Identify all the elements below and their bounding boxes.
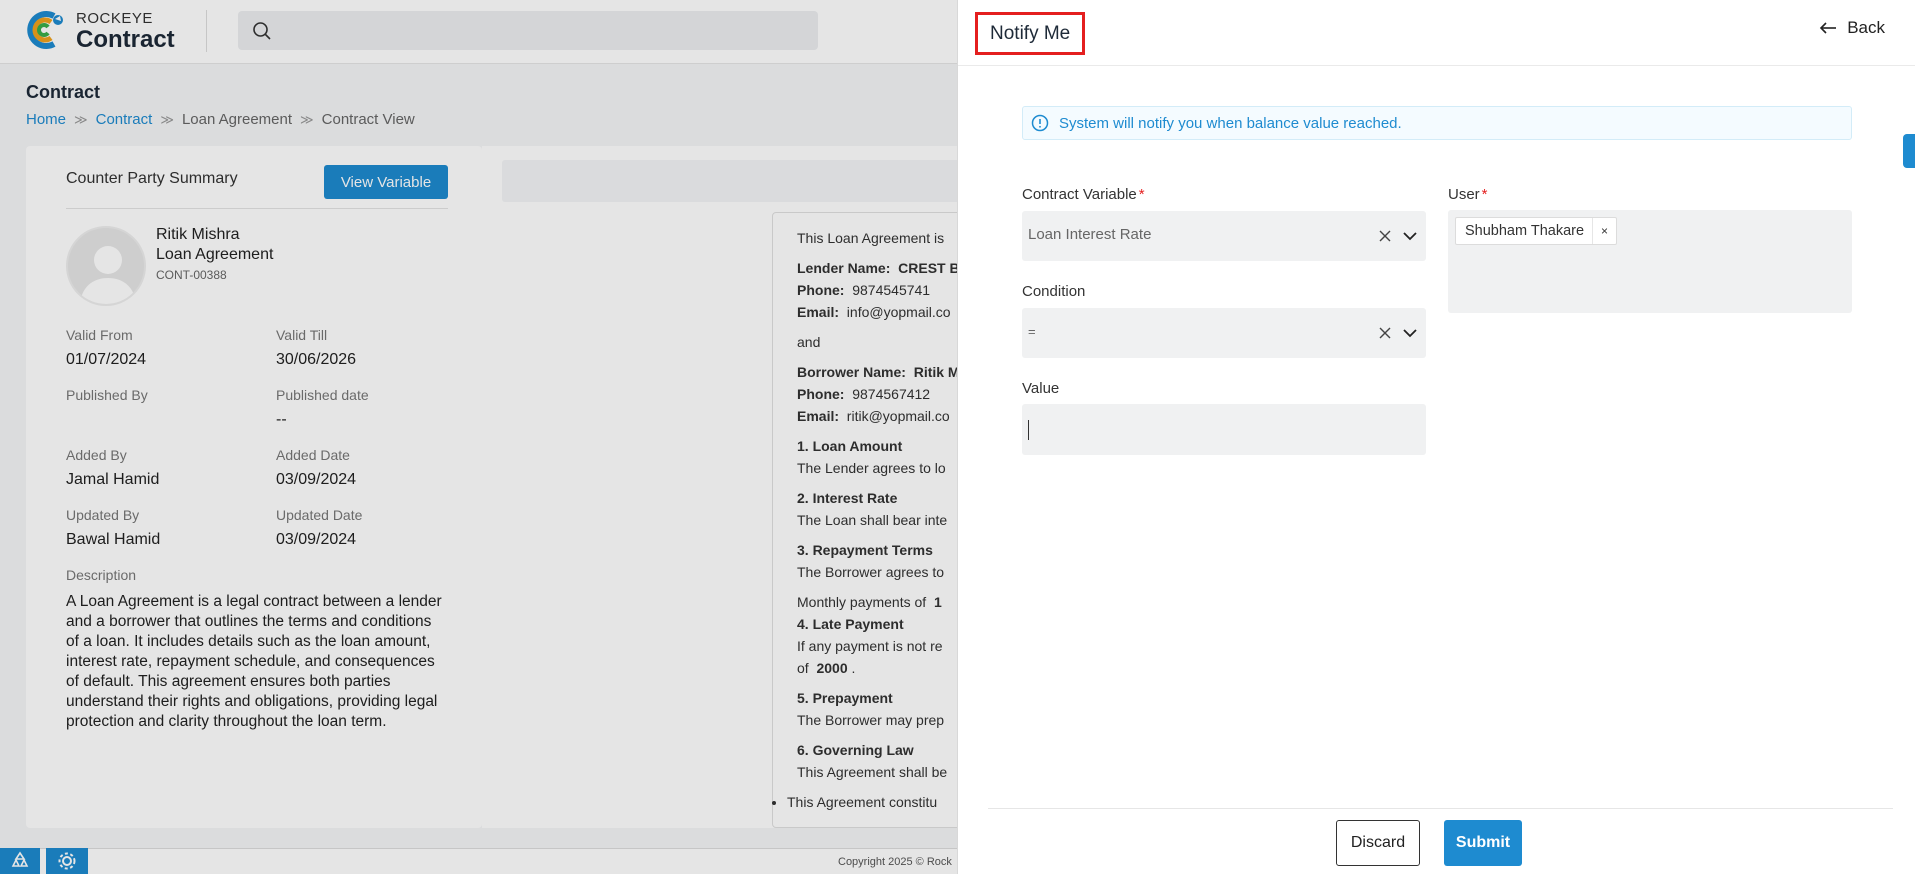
user-label: User *: [1448, 186, 1488, 203]
condition-label: Condition: [1022, 283, 1086, 300]
arrow-left-icon: [1820, 22, 1837, 34]
info-text: System will notify you when balance valu…: [1059, 114, 1402, 132]
clear-icon[interactable]: [1378, 229, 1392, 243]
modal-backdrop[interactable]: [0, 0, 957, 874]
drawer-header: Notify Me Back: [958, 0, 1915, 66]
clear-icon[interactable]: [1378, 326, 1392, 340]
value-input[interactable]: [1022, 404, 1426, 455]
condition-value: =: [1028, 324, 1036, 339]
remove-user-icon[interactable]: ×: [1592, 218, 1616, 244]
contract-variable-value: Loan Interest Rate: [1028, 226, 1152, 243]
info-icon: [1031, 114, 1049, 132]
discard-button[interactable]: Discard: [1336, 820, 1420, 866]
text-caret: [1028, 420, 1029, 440]
submit-button[interactable]: Submit: [1444, 820, 1522, 866]
required-marker: *: [1481, 186, 1488, 203]
user-chip-label: Shubham Thakare: [1465, 223, 1585, 239]
chevron-down-icon[interactable]: [1402, 326, 1418, 340]
side-feedback-tab[interactable]: [1903, 134, 1915, 168]
value-label: Value: [1022, 380, 1060, 397]
drawer-title: Notify Me: [975, 12, 1086, 55]
back-button[interactable]: Back: [1819, 18, 1885, 38]
info-banner: System will notify you when balance valu…: [1022, 106, 1852, 140]
contract-variable-select[interactable]: Loan Interest Rate: [1022, 211, 1426, 261]
drawer-footer-divider: [988, 808, 1893, 809]
required-marker: *: [1138, 186, 1145, 203]
back-label: Back: [1847, 18, 1885, 37]
contract-variable-label-text: Contract Variable: [1022, 186, 1137, 203]
user-chip: Shubham Thakare ×: [1455, 217, 1618, 245]
notify-me-drawer: Notify Me Back System will notify you wh…: [957, 0, 1915, 874]
contract-variable-label: Contract Variable *: [1022, 186, 1145, 203]
chevron-down-icon[interactable]: [1402, 229, 1418, 243]
user-multiselect[interactable]: Shubham Thakare ×: [1448, 210, 1852, 313]
user-label-text: User: [1448, 186, 1480, 203]
condition-select[interactable]: =: [1022, 308, 1426, 358]
